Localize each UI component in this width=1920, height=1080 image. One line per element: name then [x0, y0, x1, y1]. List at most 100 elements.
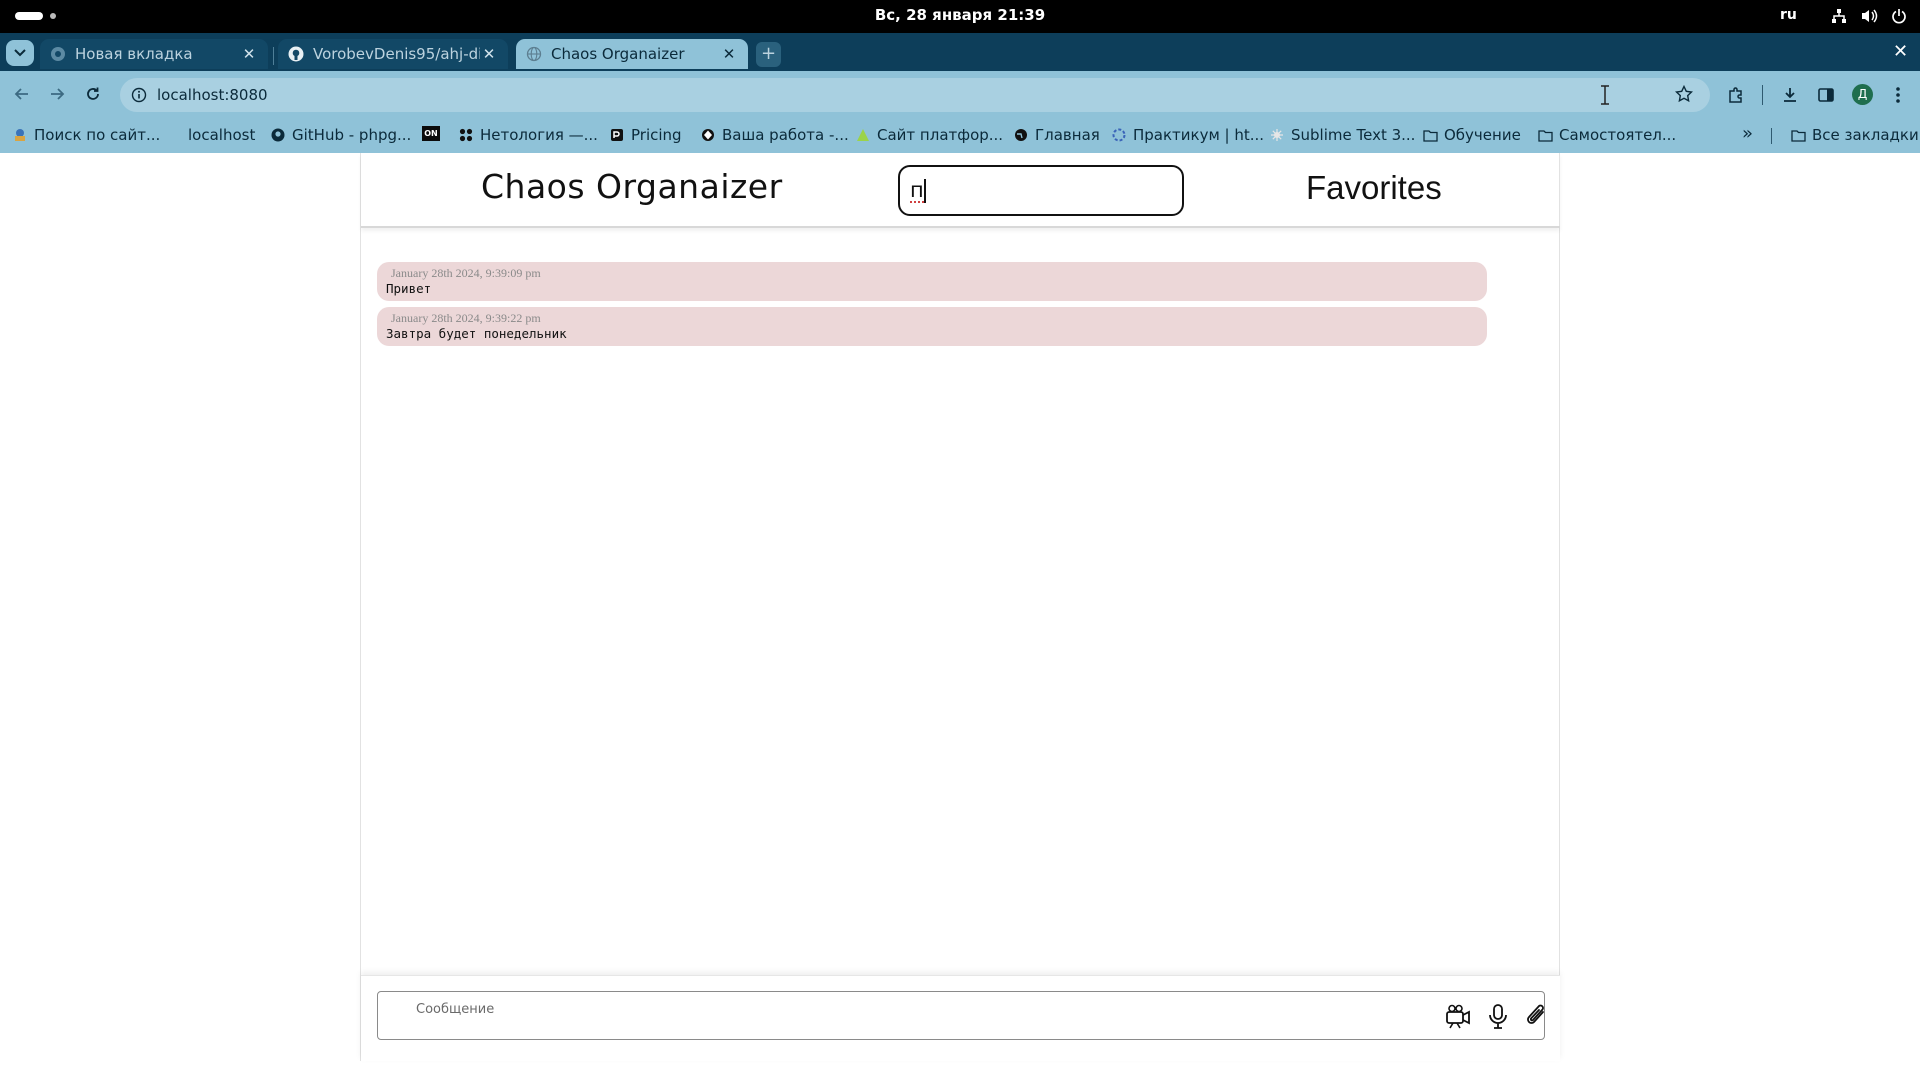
chrome-icon [50, 46, 66, 62]
search-site-icon [12, 127, 28, 143]
app-header: Chaos Organaizer п Favorites [361, 153, 1560, 228]
practicum-icon [1111, 127, 1127, 143]
bookmark-folder-self-study[interactable]: Самостоятел... [1537, 126, 1676, 144]
tab-separator [273, 47, 274, 65]
tab-title: Chaos Organaizer [551, 45, 685, 63]
bookmarks-bar: Поиск по сайт... localhost GitHub - phpg… [0, 118, 1920, 153]
bookmark-label: Нетология —... [480, 126, 598, 144]
close-tab-icon[interactable]: ✕ [240, 45, 258, 63]
bookmark-pricing[interactable]: Pricing [609, 126, 682, 144]
bookmark-label: Ваша работа -... [722, 126, 849, 144]
platform-icon [855, 127, 871, 143]
system-top-bar: Вс, 28 января 21:39 ru [0, 0, 1920, 33]
bookmark-label: Все закладки [1812, 126, 1919, 144]
bookmark-main[interactable]: Главная [1013, 126, 1100, 144]
bookmark-github-phpg[interactable]: GitHub - phpg... [270, 126, 411, 144]
forward-arrow-icon[interactable] [46, 83, 68, 105]
on-badge-icon: ON [422, 126, 440, 141]
tab-search-button[interactable] [6, 40, 34, 66]
video-camera-icon[interactable] [1444, 1002, 1472, 1030]
more-bookmarks-button[interactable]: » [1742, 123, 1753, 144]
bookmark-sublime[interactable]: Sublime Text 3... [1269, 126, 1415, 144]
browser-toolbar: localhost:8080 Д [0, 71, 1920, 118]
reload-icon[interactable] [82, 83, 104, 105]
text-cursor-icon [1600, 85, 1610, 105]
tab-title: VorobevDenis95/ahj-diploma [313, 45, 480, 63]
bookmark-label: Главная [1035, 126, 1100, 144]
message-item[interactable]: January 28th 2024, 9:39:09 pm Привет [377, 262, 1487, 301]
github-icon [288, 46, 304, 62]
search-value: п [910, 178, 924, 203]
bookmark-practicum[interactable]: Практикум | ht... [1111, 126, 1264, 144]
address-bar[interactable]: localhost:8080 [120, 78, 1710, 112]
bookmark-netology[interactable]: Нетология —... [458, 126, 598, 144]
profile-avatar[interactable]: Д [1852, 84, 1873, 105]
side-panel-icon[interactable] [1815, 84, 1837, 106]
globe-icon [1013, 127, 1029, 143]
bookmark-localhost[interactable]: localhost [188, 126, 255, 144]
bookmark-search-site[interactable]: Поиск по сайт... [12, 126, 160, 144]
site-info-icon[interactable] [131, 87, 147, 103]
app-title: Chaos Organaizer [481, 167, 783, 206]
folder-icon [1422, 127, 1438, 143]
bookmark-star-icon[interactable] [1674, 84, 1695, 105]
bookmark-label: localhost [188, 126, 256, 144]
bookmark-label: GitHub - phpg... [292, 126, 412, 144]
tab-github[interactable]: VorobevDenis95/ahj-diploma ✕ [278, 39, 508, 69]
paperclip-icon[interactable] [1522, 1002, 1550, 1030]
bookmark-platform-site[interactable]: Сайт платфор... [855, 126, 1003, 144]
tab-title: Новая вкладка [75, 45, 193, 63]
bookmark-label: Самостоятел... [1559, 126, 1677, 144]
bookmarks-separator [1771, 128, 1772, 144]
work-icon [700, 127, 716, 143]
message-feed: January 28th 2024, 9:39:09 pm Привет Jan… [377, 262, 1487, 352]
bookmark-label: Практикум | ht... [1133, 126, 1265, 144]
message-timestamp: January 28th 2024, 9:39:09 pm [391, 266, 541, 280]
message-timestamp: January 28th 2024, 9:39:22 pm [391, 311, 541, 325]
bookmark-label: Pricing [631, 126, 682, 144]
tab-chaos-organaizer[interactable]: Chaos Organaizer ✕ [516, 39, 748, 69]
chevron-down-icon [14, 49, 26, 57]
bookmark-label: Сайт платфор... [877, 126, 1004, 144]
message-input[interactable] [416, 998, 1316, 1020]
message-text: Привет [386, 281, 432, 296]
new-tab-button[interactable]: + [756, 42, 781, 67]
system-tray[interactable] [1830, 5, 1908, 27]
pricing-icon [609, 127, 625, 143]
kebab-menu-icon[interactable] [1887, 84, 1909, 106]
microphone-icon[interactable] [1484, 1002, 1512, 1030]
extensions-icon[interactable] [1725, 84, 1747, 106]
system-clock[interactable]: Вс, 28 января 21:39 [0, 6, 1920, 24]
text-caret [924, 179, 926, 203]
network-icon [1830, 5, 1848, 27]
globe-icon [526, 46, 542, 62]
bookmark-label: Поиск по сайт... [34, 126, 161, 144]
close-tab-icon[interactable]: ✕ [480, 45, 498, 63]
window-close-icon[interactable]: ✕ [1893, 41, 1908, 62]
chaos-organizer-app: Chaos Organaizer п Favorites January 28t… [360, 153, 1560, 1061]
folder-icon [1537, 127, 1553, 143]
bookmark-label: Обучение [1444, 126, 1521, 144]
bookmark-folder-learning[interactable]: Обучение [1422, 126, 1521, 144]
page-viewport: Chaos Organaizer п Favorites January 28t… [0, 153, 1920, 1080]
netology-icon [458, 127, 474, 143]
folder-icon [1790, 127, 1806, 143]
keyboard-language[interactable]: ru [1780, 7, 1797, 23]
download-icon[interactable] [1779, 84, 1801, 106]
message-composer [361, 975, 1560, 1061]
tab-new-tab[interactable]: Новая вкладка ✕ [40, 39, 268, 69]
close-tab-icon[interactable]: ✕ [720, 45, 738, 63]
bookmark-on[interactable]: ON [422, 126, 440, 141]
favorites-button[interactable]: Favorites [1306, 169, 1442, 207]
url-text: localhost:8080 [157, 86, 268, 104]
bookmark-your-work[interactable]: Ваша работа -... [700, 126, 849, 144]
message-input-wrapper [377, 991, 1545, 1040]
all-bookmarks-folder[interactable]: Все закладки [1790, 126, 1919, 144]
sublime-icon [1269, 127, 1285, 143]
power-icon [1890, 5, 1908, 27]
search-input[interactable]: п [898, 165, 1184, 216]
volume-icon [1860, 5, 1878, 27]
back-arrow-icon[interactable] [11, 83, 33, 105]
message-item[interactable]: January 28th 2024, 9:39:22 pm Завтра буд… [377, 307, 1487, 346]
browser-tab-strip: Новая вкладка ✕ VorobevDenis95/ahj-diplo… [0, 33, 1920, 71]
